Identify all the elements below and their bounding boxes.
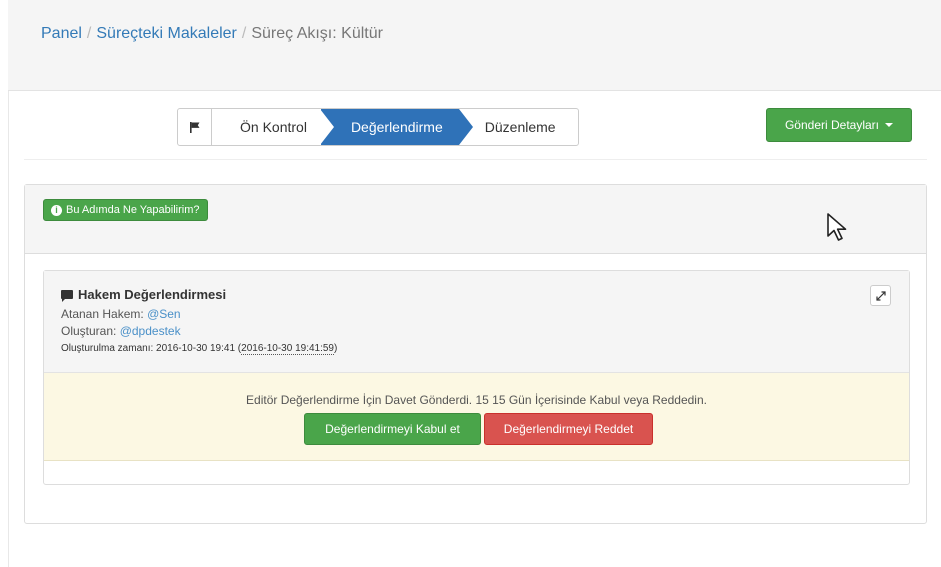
- header-band: Panel / Süreçteki Makaleler / Süreç Akışı: K…: [8, 0, 941, 91]
- step-wizard: Ön Kontrol Değerlendirme Düzenleme: [177, 108, 579, 146]
- comment-icon: [61, 290, 73, 302]
- details-button-label: Gönderi Detayları: [784, 118, 880, 132]
- breadcrumb-current: Süreç Akışı: Kültür: [251, 25, 383, 42]
- help-button[interactable]: i Bu Adımda Ne Yapabilirim?: [43, 199, 208, 221]
- step-panel-header: i Bu Adımda Ne Yapabilirim?: [25, 185, 926, 254]
- creator-label: Oluşturan:: [61, 324, 117, 338]
- created-time-value: 2016-10-30 19:41: [156, 343, 236, 354]
- created-time-label: Oluşturulma zamanı:: [61, 343, 154, 354]
- reject-review-button[interactable]: Değerlendirmeyi Reddet: [484, 413, 653, 445]
- assigned-reviewer-label: Atanan Hakem:: [61, 307, 144, 321]
- invitation-box: Editör Değerlendirme İçin Davet Gönderdi…: [44, 373, 909, 461]
- review-header: Hakem Değerlendirmesi Atanan Hakem: @Sen…: [44, 271, 909, 373]
- breadcrumb-item-panel[interactable]: Panel: [41, 25, 82, 42]
- step-label: Değerlendirme: [350, 119, 443, 135]
- created-time-line: Oluşturulma zamanı: 2016-10-30 19:41 (20…: [61, 343, 338, 355]
- submission-details-button[interactable]: Gönderi Detayları: [766, 108, 912, 142]
- breadcrumb-separator: /: [86, 25, 92, 42]
- step-flag[interactable]: [178, 109, 212, 145]
- help-button-label: Bu Adımda Ne Yapabilirim?: [66, 204, 200, 216]
- accept-review-button[interactable]: Değerlendirmeyi Kabul et: [304, 413, 481, 445]
- step-label: Ön Kontrol: [240, 119, 307, 135]
- invitation-message: Editör Değerlendirme İçin Davet Gönderdi…: [246, 393, 707, 407]
- flag-icon: [189, 122, 199, 133]
- step-evaluation[interactable]: Değerlendirme: [319, 109, 473, 145]
- reviewer-evaluation-panel: Hakem Değerlendirmesi Atanan Hakem: @Sen…: [43, 270, 910, 485]
- creator-link[interactable]: @dpdestek: [120, 324, 181, 338]
- breadcrumb-item-articles[interactable]: Süreçteki Makaleler: [96, 25, 237, 42]
- breadcrumb-separator: /: [241, 25, 247, 42]
- info-icon: i: [51, 204, 62, 216]
- expand-button[interactable]: [870, 285, 891, 306]
- created-time-paren-close: ): [334, 343, 338, 354]
- page: Panel / Süreçteki Makaleler / Süreç Akışı: K…: [0, 0, 941, 567]
- expand-icon: [875, 290, 886, 301]
- review-title-text: Hakem Değerlendirmesi: [78, 287, 227, 302]
- step-label: Düzenleme: [484, 119, 556, 135]
- step-pre-check[interactable]: Ön Kontrol: [212, 109, 321, 145]
- assigned-reviewer-link[interactable]: @Sen: [147, 307, 181, 321]
- caret-down-icon: [885, 123, 894, 127]
- mouse-cursor-icon: [827, 213, 847, 241]
- breadcrumb: Panel / Süreçteki Makaleler / Süreç Akışı: K…: [41, 25, 383, 43]
- assigned-reviewer-line: Atanan Hakem: @Sen: [61, 307, 181, 321]
- step-editing[interactable]: Düzenleme: [459, 109, 578, 145]
- review-title: Hakem Değerlendirmesi: [61, 287, 226, 302]
- divider: [24, 159, 927, 160]
- creator-line: Oluşturan: @dpdestek: [61, 324, 181, 338]
- created-time-exact: 2016-10-30 19:41:59: [241, 343, 334, 355]
